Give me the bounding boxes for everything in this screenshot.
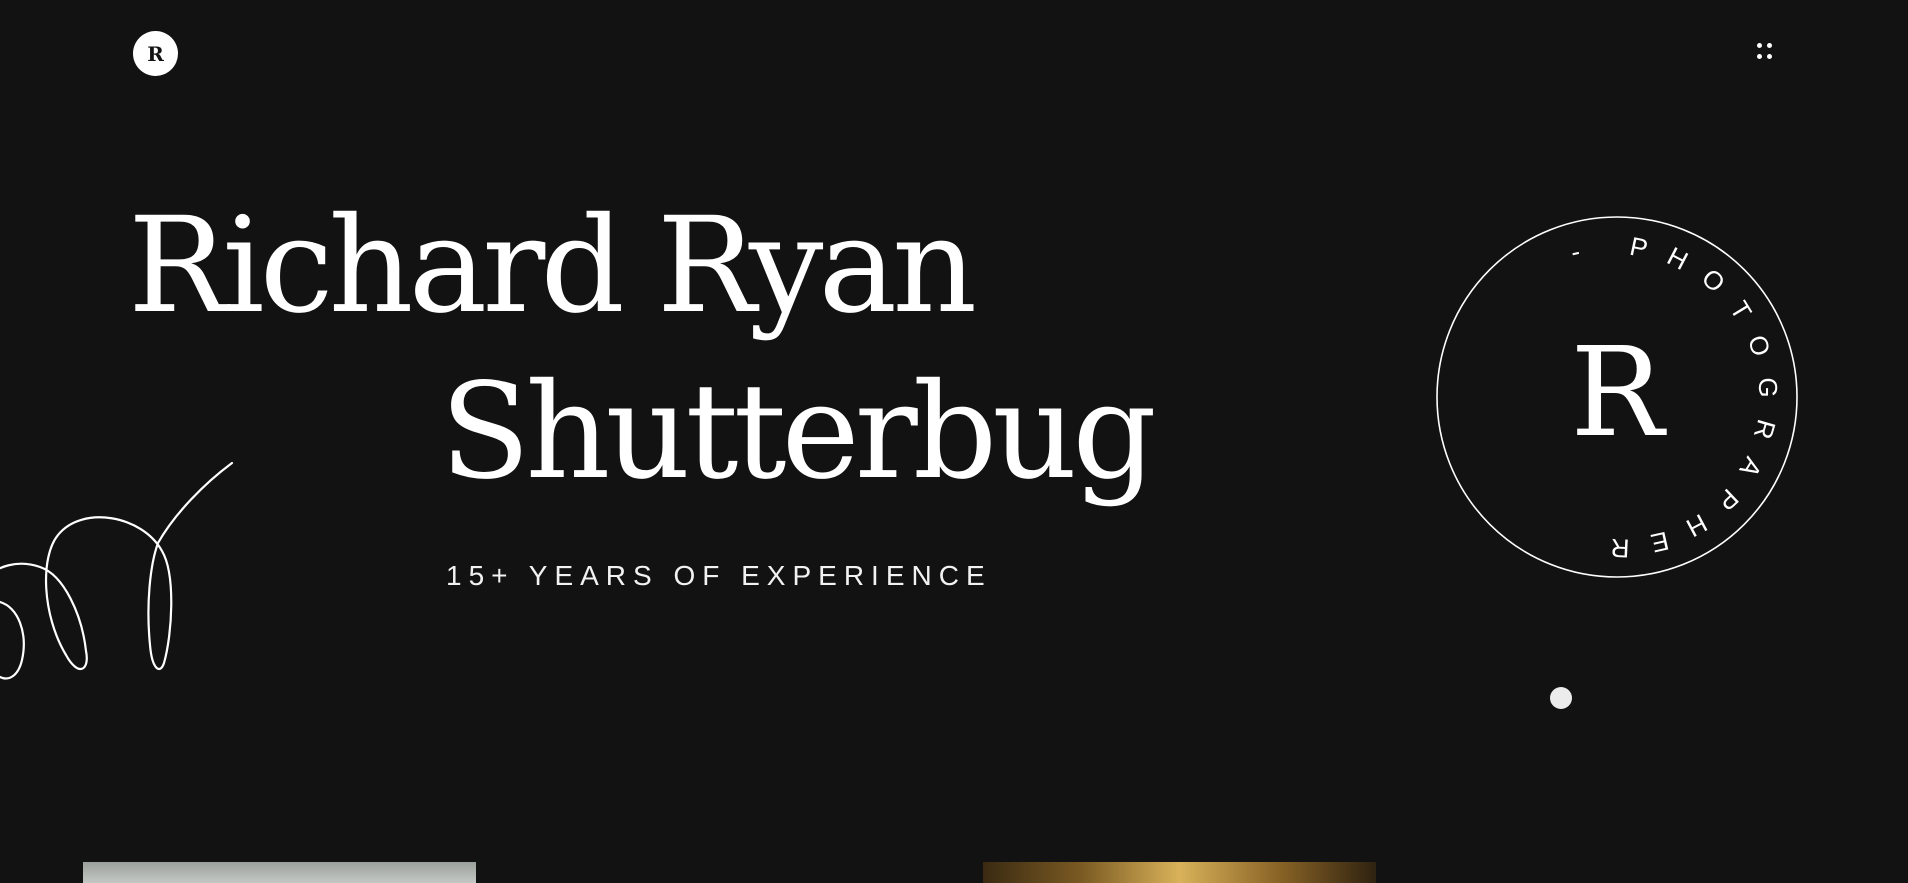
gallery-image-2[interactable] bbox=[983, 862, 1376, 883]
hero-title-line-1: Richard Ryan bbox=[128, 189, 977, 343]
logo[interactable]: R bbox=[133, 31, 178, 76]
menu-button[interactable] bbox=[1746, 36, 1786, 72]
hero-subtitle: 15+ YEARS OF EXPERIENCE bbox=[446, 560, 992, 591]
scribble-line-icon bbox=[0, 461, 234, 680]
scroll-indicator[interactable] bbox=[1550, 687, 1572, 709]
hero-title-line-2: Shutterbug bbox=[440, 355, 1157, 509]
photographer-badge: - PHOTOGRAPHER R bbox=[1432, 212, 1802, 582]
gallery-image-1[interactable] bbox=[83, 862, 476, 883]
logo-letter: R bbox=[147, 41, 164, 66]
badge-center-letter: R bbox=[1570, 321, 1664, 465]
